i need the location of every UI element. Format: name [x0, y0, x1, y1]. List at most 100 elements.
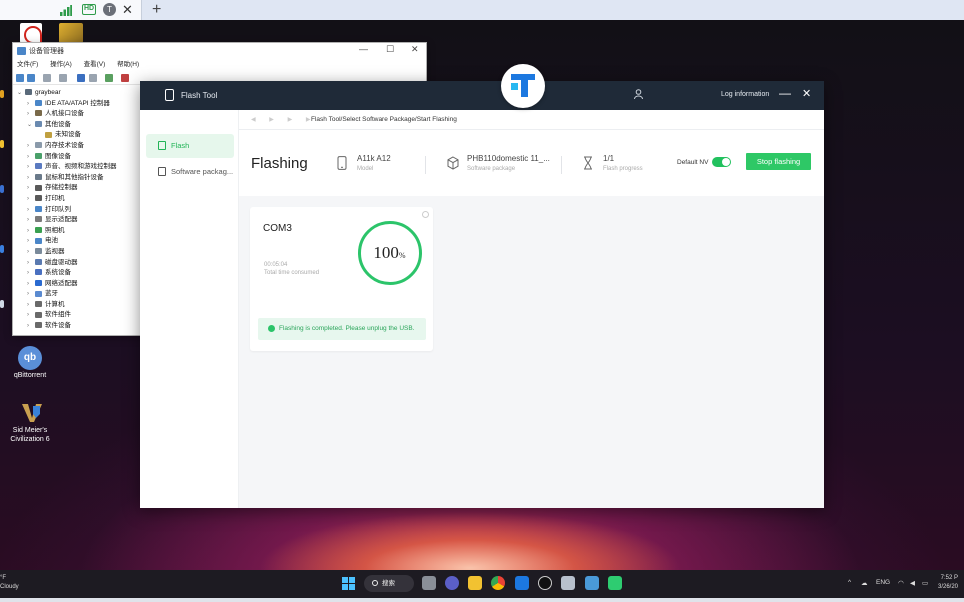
forward-icon[interactable] — [27, 74, 35, 82]
expand-right-icon[interactable]: › — [27, 215, 35, 226]
expand-right-icon[interactable]: › — [27, 247, 35, 258]
expand-right-icon[interactable]: › — [27, 310, 35, 321]
expand-right-icon[interactable]: › — [27, 194, 35, 205]
device-tree-label: 人机接口设备 — [45, 110, 84, 118]
app-taskbar-icon[interactable] — [538, 576, 552, 590]
nav-flash[interactable]: Flash — [146, 134, 234, 158]
expand-right-icon[interactable]: › — [27, 162, 35, 173]
device-category-icon — [35, 311, 42, 318]
default-nv-toggle[interactable] — [712, 157, 731, 167]
device-manager-titlebar[interactable]: 设备管理器 — ☐ ✕ — [13, 43, 426, 59]
nav-software-package[interactable]: Software packag... — [146, 160, 234, 184]
expand-right-icon[interactable]: › — [27, 99, 35, 110]
browser-tab[interactable]: HD T ✕ — [0, 0, 142, 20]
flash-tool-badge-icon[interactable] — [501, 64, 545, 108]
expand-down-icon[interactable]: ⌄ — [27, 120, 35, 131]
expand-right-icon[interactable]: › — [27, 183, 35, 194]
device-tree-label: graybear — [35, 89, 61, 96]
desktop-icon-edge[interactable] — [0, 300, 4, 308]
menu-action[interactable]: 操作(A) — [50, 59, 72, 71]
weather-widget[interactable]: °F Cloudy — [0, 574, 19, 592]
expand-right-icon[interactable]: › — [27, 300, 35, 311]
flash-tool-titlebar[interactable]: Flash Tool Log information — ✕ — [140, 81, 824, 110]
scan-icon[interactable] — [89, 74, 97, 82]
expand-right-icon[interactable]: › — [27, 226, 35, 237]
chrome-icon[interactable] — [491, 576, 505, 590]
show-hidden-icons-icon[interactable]: ^ — [848, 579, 851, 586]
desktop-icon-edge[interactable] — [0, 90, 4, 98]
close-icon[interactable]: ✕ — [802, 87, 811, 100]
com-port-name: COM3 — [263, 223, 292, 234]
desktop-icon-edge[interactable] — [0, 245, 4, 253]
expand-right-icon[interactable]: › — [27, 109, 35, 120]
user-icon[interactable] — [634, 89, 643, 99]
chat-icon[interactable] — [445, 576, 459, 590]
bottom-browser-bar — [0, 598, 964, 602]
device-manager-taskbar-icon[interactable] — [561, 576, 575, 590]
card-close-icon[interactable] — [422, 211, 429, 218]
taskbar: °F Cloudy 搜索 ^ ☁ ENG ◠ ◀ ▭ 7:52 P 3/26/2… — [0, 570, 964, 598]
menu-help[interactable]: 帮助(H) — [117, 59, 139, 71]
expand-right-icon[interactable]: › — [27, 205, 35, 216]
desktop-icon-edge[interactable] — [0, 185, 4, 193]
log-information-link[interactable]: Log information — [721, 91, 769, 98]
stop-flashing-button[interactable]: Stop flashing — [746, 153, 811, 170]
battery-icon[interactable]: ▭ — [922, 579, 928, 587]
wifi-icon[interactable]: ◠ — [898, 579, 904, 587]
qbittorrent-label[interactable]: qBittorrent — [6, 372, 54, 379]
device-tree-label: 其他设备 — [45, 120, 71, 128]
device-tree-label: 未知设备 — [55, 131, 81, 139]
menu-file[interactable]: 文件(F) — [17, 59, 38, 71]
civ6-icon[interactable] — [20, 402, 44, 424]
device-category-icon — [45, 131, 52, 138]
close-tab-icon[interactable]: ✕ — [122, 2, 133, 18]
expand-right-icon[interactable]: › — [27, 258, 35, 269]
expand-right-icon[interactable]: › — [27, 289, 35, 300]
expand-down-icon[interactable]: ⌄ — [17, 88, 25, 99]
remote-desktop-taskbar-icon[interactable] — [585, 576, 599, 590]
expand-right-icon[interactable]: › — [27, 279, 35, 290]
breadcrumb-nav-icons[interactable]: ◀ ▶ ▶ ▶ — [251, 116, 316, 123]
device-tree-label: 蓝牙 — [45, 290, 58, 298]
menu-view[interactable]: 查看(V) — [84, 59, 106, 71]
onedrive-icon[interactable]: ☁ — [861, 579, 868, 587]
tree-view-icon[interactable] — [43, 74, 51, 82]
help-icon[interactable] — [77, 74, 85, 82]
notes-taskbar-icon[interactable] — [608, 576, 622, 590]
back-icon[interactable] — [16, 74, 24, 82]
expand-right-icon[interactable]: › — [27, 321, 35, 332]
properties-icon[interactable] — [59, 74, 67, 82]
expand-right-icon[interactable]: › — [27, 268, 35, 279]
uninstall-icon[interactable] — [121, 74, 129, 82]
desktop-icon-edge[interactable] — [0, 140, 4, 148]
minimize-icon[interactable]: — — [359, 44, 368, 54]
volume-icon[interactable]: ◀ — [910, 579, 915, 587]
expand-right-icon[interactable]: › — [27, 173, 35, 184]
device-tree-label: 声音、视频和游戏控制器 — [45, 163, 117, 171]
device-tree-label: 内存技术设备 — [45, 141, 84, 149]
device-tree-label: 显示适配器 — [45, 216, 78, 224]
expand-right-icon[interactable]: › — [27, 152, 35, 163]
device-tree-label: 照相机 — [45, 226, 65, 234]
device-manager-menubar: 文件(F) 操作(A) 查看(V) 帮助(H) — [13, 59, 426, 71]
maximize-icon[interactable]: ☐ — [386, 44, 394, 55]
new-tab-button[interactable]: + — [152, 0, 161, 20]
flash-tool-taskbar-icon[interactable] — [515, 576, 529, 590]
close-icon[interactable]: ✕ — [411, 44, 419, 55]
file-explorer-icon[interactable] — [468, 576, 482, 590]
pdf-app-icon[interactable] — [20, 23, 42, 44]
expand-right-icon[interactable]: › — [27, 141, 35, 152]
civ6-label[interactable]: Sid Meier's Civilization 6 — [4, 426, 56, 444]
windows-start-icon[interactable] — [342, 577, 355, 590]
minimize-icon[interactable]: — — [779, 86, 791, 100]
expand-right-icon[interactable]: › — [27, 236, 35, 247]
language-indicator[interactable]: ENG — [876, 579, 890, 586]
qbittorrent-icon[interactable]: qb — [18, 346, 42, 370]
package-icon — [158, 167, 166, 176]
task-view-icon[interactable] — [422, 576, 436, 590]
default-nv-label: Default NV — [677, 159, 709, 166]
taskbar-clock[interactable]: 7:52 P 3/26/20 — [938, 574, 958, 592]
update-driver-icon[interactable] — [105, 74, 113, 82]
taskbar-search[interactable]: 搜索 — [364, 575, 414, 592]
photo-app-icon[interactable] — [59, 23, 83, 43]
